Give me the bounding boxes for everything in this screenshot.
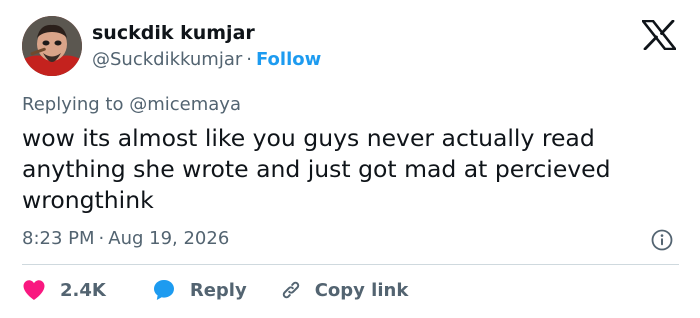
tweet-text-line: wow its almost like you guys never actua… xyxy=(22,124,595,152)
timestamp[interactable]: 8:23 PM · Aug 19, 2026 xyxy=(22,228,229,249)
follow-button[interactable]: Follow xyxy=(256,49,321,70)
copy-link-button[interactable]: Copy link xyxy=(279,278,409,302)
info-icon[interactable] xyxy=(651,229,673,251)
replying-to: Replying to @micemaya xyxy=(22,94,241,115)
speech-bubble-icon xyxy=(153,280,174,300)
like-count: 2.4K xyxy=(60,279,106,301)
link-icon xyxy=(282,281,299,299)
tweet-text-line: wrongthink xyxy=(22,186,154,214)
handle-separator: · xyxy=(246,49,252,70)
action-bar: 2.4K Reply Copy link xyxy=(22,276,408,304)
author-handle[interactable]: @Suckdikkumjar xyxy=(92,49,242,70)
reply-label: Reply xyxy=(189,279,247,301)
tweet-date: Aug 19, 2026 xyxy=(108,228,230,249)
tweet-card: suckdik kumjar @Suckdikkumjar · Follow Rep… xyxy=(0,0,700,318)
x-logo-icon[interactable] xyxy=(641,19,677,51)
divider xyxy=(22,264,679,265)
tweet-text-line: anything she wrote and just got mad at p… xyxy=(22,155,611,183)
info-icon-graphic xyxy=(651,229,673,251)
reply-button[interactable]: Reply xyxy=(152,278,247,302)
author-name[interactable]: suckdik kumjar xyxy=(92,22,255,44)
avatar[interactable] xyxy=(22,16,82,76)
x-logo-graphic xyxy=(641,19,677,51)
tweet-text: wow its almost like you guys never actua… xyxy=(22,123,682,216)
author-handle-line: @Suckdikkumjar · Follow xyxy=(92,49,321,70)
copy-link-label: Copy link xyxy=(314,279,409,301)
timestamp-separator: · xyxy=(98,228,105,249)
replying-mention[interactable]: @micemaya xyxy=(129,94,241,115)
avatar-image xyxy=(22,16,82,76)
heart-icon xyxy=(23,280,45,300)
tweet-time: 8:23 PM xyxy=(22,228,95,249)
replying-prefix: Replying to xyxy=(22,94,124,115)
like-button[interactable]: 2.4K xyxy=(22,279,106,301)
